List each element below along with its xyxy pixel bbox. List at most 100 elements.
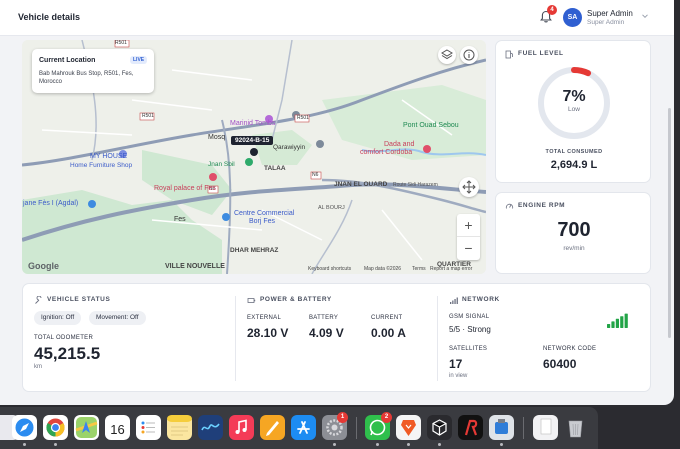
map-area-al-bourj: AL BOURJ <box>318 205 345 211</box>
map-poi-jnan-sbil[interactable]: Jnan Sbil <box>208 161 235 168</box>
running-indicator <box>407 443 410 446</box>
map-poi-borj-fes[interactable]: Borj Fes <box>249 218 275 225</box>
maps-icon[interactable] <box>74 415 99 440</box>
map-poi-jnane-fes[interactable]: jane Fès I (Agdal) <box>23 200 78 207</box>
odometer-unit: km <box>34 364 42 370</box>
map-area-jnan-el-ouard: JNAN EL OUARD <box>334 181 388 188</box>
disk-utility-icon[interactable] <box>489 415 514 440</box>
freeform-icon[interactable] <box>198 415 223 440</box>
user-role: Super Admin <box>587 19 625 26</box>
running-indicator <box>54 443 57 446</box>
map-area-dhar-mehraz: DHAR MEHRAZ <box>230 247 279 254</box>
cube-app-icon[interactable] <box>427 415 452 440</box>
music-icon[interactable] <box>229 415 254 440</box>
gsm-signal-label: GSM SIGNAL <box>449 314 490 320</box>
reminders-icon[interactable] <box>136 415 161 440</box>
layers-icon <box>441 49 453 60</box>
map-poi-comfort-cordoba[interactable]: comfort Cordoba <box>360 149 412 156</box>
fuel-percent: 7% <box>562 88 586 105</box>
map-road-label: R501 <box>142 113 154 119</box>
signal-bar <box>611 321 615 328</box>
map-poi-mosque[interactable]: Mosq <box>208 134 225 141</box>
zoom-out-button[interactable]: − <box>457 237 480 260</box>
terms-link[interactable]: Terms <box>412 266 426 272</box>
gauge-icon <box>505 203 514 209</box>
location-address: Bab Mahrouk Bus Stop, R501, Fes, Morocco <box>39 71 134 85</box>
map-poi-royal-palace[interactable]: Royal palace of Fes <box>154 185 216 192</box>
red-app-icon[interactable] <box>458 415 483 440</box>
app-store-icon[interactable] <box>291 415 316 440</box>
engine-rpm-card: ENGINE RPM 700 rev/min <box>495 192 651 274</box>
gsm-signal-value: 5/5 · Strong <box>449 325 491 334</box>
settings-badge: 1 <box>337 412 348 423</box>
brave-icon[interactable] <box>396 415 421 440</box>
current-location-card: Current Location LIVE Bab Mahrouk Bus St… <box>32 49 154 93</box>
report-map-error-link[interactable]: Report a map error <box>430 266 482 272</box>
vehicle-stats-card: VEHICLE STATUS Ignition: Off Movement: O… <box>22 283 651 392</box>
odometer-label: TOTAL ODOMETER <box>34 335 94 341</box>
app-window: Vehicle details 4 SA Super Admin Super A… <box>0 0 674 405</box>
fullscreen-button[interactable] <box>459 177 479 197</box>
map-info-button[interactable] <box>460 46 478 64</box>
signal-bars-icon <box>450 297 458 304</box>
running-indicator <box>438 443 441 446</box>
info-icon <box>463 49 475 61</box>
move-arrows-icon <box>462 180 476 194</box>
map-poi-my-house[interactable]: MY HOUSE <box>90 153 127 160</box>
network-code-label: NETWORK CODE <box>543 346 597 352</box>
google-logo: Google <box>28 261 59 271</box>
total-consumed-label: TOTAL CONSUMED <box>545 149 603 155</box>
live-badge: LIVE <box>130 56 148 64</box>
notification-badge: 4 <box>547 5 557 15</box>
scrollbar-thumb[interactable] <box>668 108 671 338</box>
battery-voltage-value: 4.09 V <box>309 326 344 340</box>
zoom-in-button[interactable]: + <box>457 214 480 237</box>
network-title: NETWORK <box>462 296 500 303</box>
safari-icon[interactable] <box>12 415 37 440</box>
chrome-icon[interactable] <box>43 415 68 440</box>
external-voltage-label: EXTERNAL <box>247 315 282 321</box>
ignition-status-badge: Ignition: Off <box>34 311 82 325</box>
rpm-value: 700 <box>557 219 591 241</box>
total-consumed-value: 2,694.9 L <box>550 159 598 171</box>
notes-icon[interactable] <box>167 415 192 440</box>
location-title: Current Location <box>39 57 96 64</box>
map-city-fes: Fes <box>174 216 186 223</box>
map-poi-dada[interactable]: Dada and <box>384 141 414 148</box>
signal-bar <box>607 324 611 328</box>
chevron-down-icon[interactable] <box>641 12 649 20</box>
running-indicator <box>376 443 379 446</box>
signal-bar <box>615 318 619 328</box>
map-road-label: R501 <box>115 40 127 46</box>
current-value: 0.00 A <box>371 326 406 340</box>
map-poi-qarawiyyin[interactable]: Qarawiyyin <box>273 144 305 151</box>
map-area-talaa: TALAA <box>264 165 286 172</box>
wrench-icon <box>35 296 42 304</box>
map-data-credit: Map data ©2026 <box>364 266 402 272</box>
whatsapp-badge: 2 <box>381 412 392 423</box>
calendar-icon[interactable]: 16 <box>105 415 130 440</box>
trash-icon[interactable] <box>563 415 588 440</box>
movement-status-badge: Movement: Off <box>89 311 146 325</box>
satellites-unit: in view <box>449 373 468 379</box>
vehicle-marker-label[interactable]: 92024-B-15 <box>231 136 274 145</box>
map-poi-marinid-tombs[interactable]: Marinid Tombs <box>230 120 275 127</box>
keyboard-shortcuts-link[interactable]: Keyboard shortcuts <box>308 266 351 272</box>
map-poi-home-furniture[interactable]: Home Furniture Shop <box>70 162 132 169</box>
map-poi-pont-ouad-sebou[interactable]: Pont Ouad Sebou <box>403 122 459 129</box>
pages-icon[interactable] <box>260 415 285 440</box>
running-indicator <box>23 443 26 446</box>
avatar[interactable]: SA <box>563 8 582 27</box>
signal-bar <box>620 316 624 328</box>
power-battery-title: POWER & BATTERY <box>260 296 332 303</box>
running-indicator <box>500 443 503 446</box>
fuel-title: FUEL LEVEL <box>518 50 564 57</box>
downloads-stack-icon[interactable] <box>533 415 558 440</box>
dock-separator <box>523 417 524 439</box>
battery-voltage-label: BATTERY <box>309 315 339 321</box>
map-poi-centre-commercial[interactable]: Centre Commercial <box>234 210 294 217</box>
layers-button[interactable] <box>438 46 456 64</box>
section-divider <box>235 296 236 381</box>
user-name[interactable]: Super Admin <box>587 9 633 18</box>
map-road-label: R501 <box>297 115 309 121</box>
